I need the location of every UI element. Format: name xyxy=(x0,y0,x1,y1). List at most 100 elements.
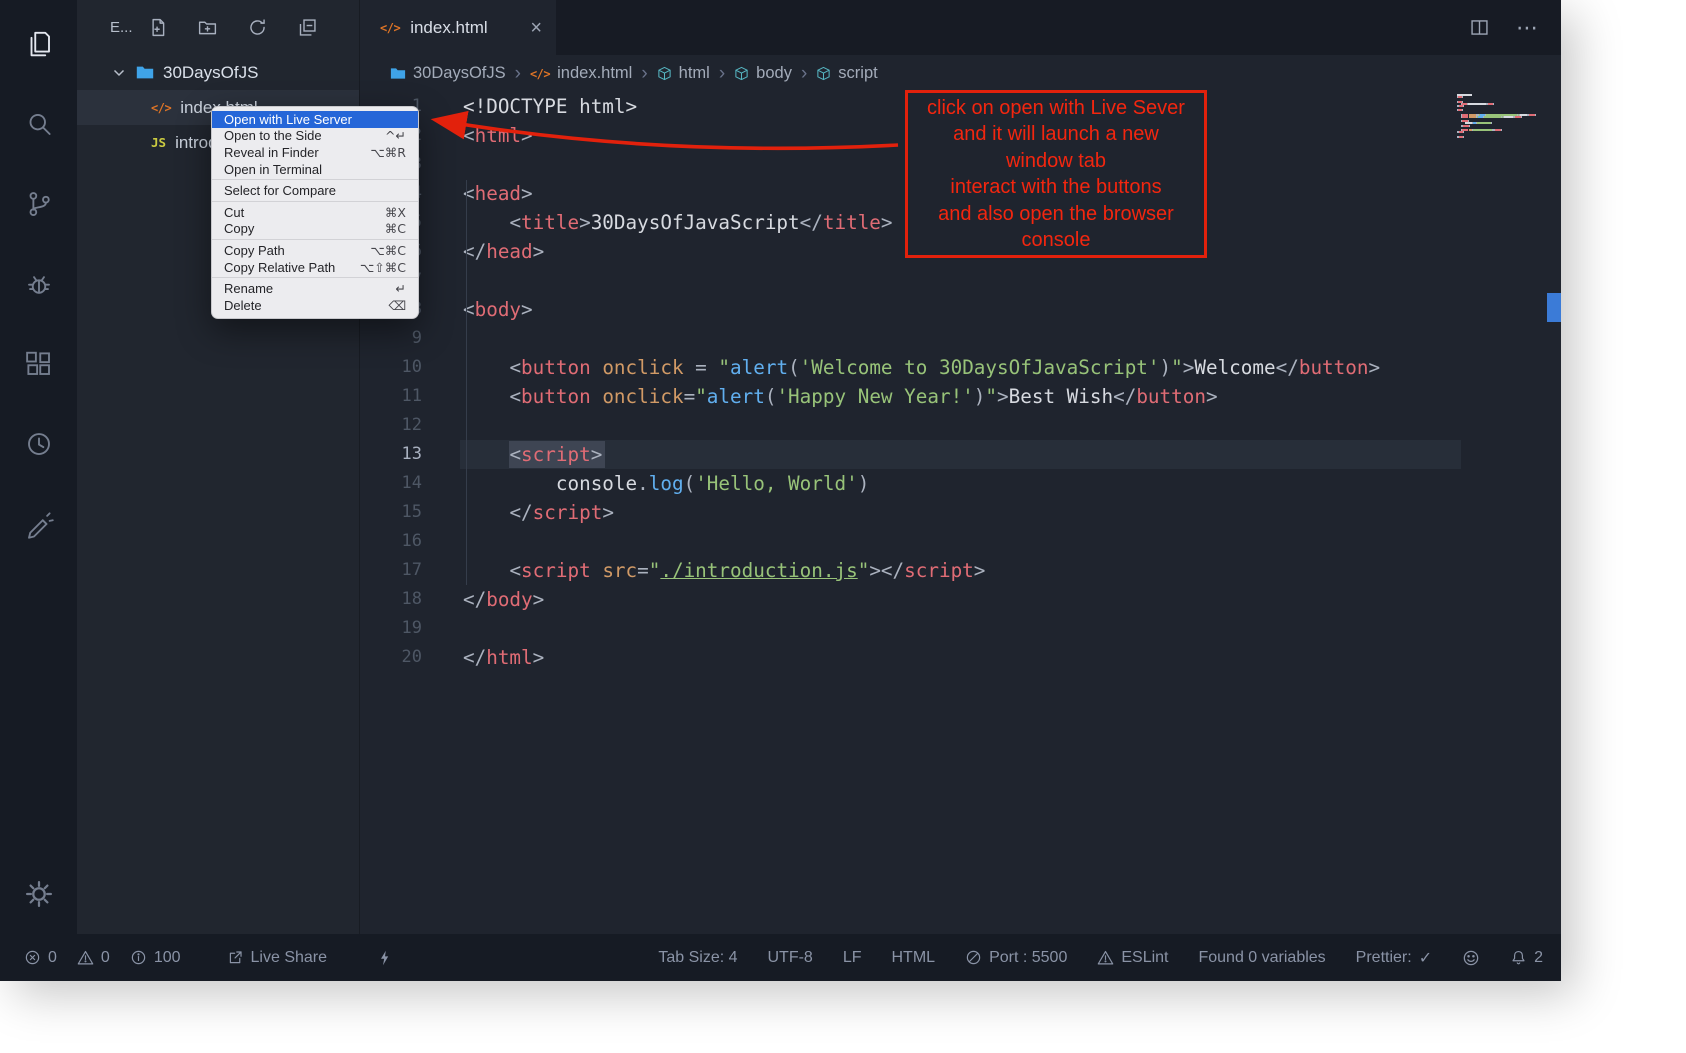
breadcrumb-item-script[interactable]: script xyxy=(816,64,877,83)
status-bar: 0 0 100 Live Share Tab xyxy=(0,934,1561,981)
error-icon xyxy=(24,949,41,966)
menu-item-open-to-the-side[interactable]: Open to the Side^↵ xyxy=(212,128,418,145)
menu-item-copy[interactable]: Copy⌘C xyxy=(212,221,418,238)
menu-item-copy-relative-path[interactable]: Copy Relative Path⌥⇧⌘C xyxy=(212,259,418,276)
symbol-cube-icon xyxy=(657,66,672,81)
breadcrumb-item-html[interactable]: html xyxy=(657,64,710,83)
line-number: 12 xyxy=(360,411,422,440)
line-number: 20 xyxy=(360,643,422,672)
code-line-11[interactable]: 11 <button onclick="alert('Happy New Yea… xyxy=(360,382,1561,411)
breadcrumb-separator: › xyxy=(641,63,647,85)
breadcrumb-separator: › xyxy=(801,63,807,85)
code-line-18[interactable]: 18</body> xyxy=(360,585,1561,614)
files-icon xyxy=(24,29,54,59)
menu-divider xyxy=(212,239,418,240)
menu-item-reveal-in-finder[interactable]: Reveal in Finder⌥⌘R xyxy=(212,144,418,161)
menu-item-rename[interactable]: Rename↵ xyxy=(212,280,418,297)
breadcrumb-separator: › xyxy=(719,63,725,85)
line-number: 16 xyxy=(360,527,422,556)
code-line-17[interactable]: 17 <script src="./introduction.js"></scr… xyxy=(360,556,1561,585)
annotation-box: click on open with Live Severand it will… xyxy=(905,90,1207,258)
code-line-8[interactable]: 8<body> xyxy=(360,295,1561,324)
history-activity-button[interactable] xyxy=(15,416,63,472)
tab-index-html[interactable]: </> index.html × xyxy=(360,0,556,55)
code-line-7[interactable]: 7 xyxy=(360,266,1561,295)
info-icon xyxy=(130,949,147,966)
folder-label: 30DaysOfJS xyxy=(163,63,258,83)
line-number: 19 xyxy=(360,614,422,643)
status-encoding[interactable]: UTF-8 xyxy=(768,949,813,967)
menu-item-open-in-terminal[interactable]: Open in Terminal xyxy=(212,161,418,178)
code-line-13[interactable]: 13 <script> xyxy=(360,440,1561,469)
tab-bar: </> index.html × ⋯ xyxy=(360,0,1561,55)
live-share-icon xyxy=(227,949,244,966)
code-line-19[interactable]: 19 xyxy=(360,614,1561,643)
run-debug-activity-button[interactable] xyxy=(15,256,63,312)
collapse-all-icon xyxy=(297,17,318,38)
status-info[interactable]: 100 xyxy=(130,949,181,967)
code-line-9[interactable]: 9 xyxy=(360,324,1561,353)
code-line-14[interactable]: 14 console.log('Hello, World') xyxy=(360,469,1561,498)
code-line-16[interactable]: 16 xyxy=(360,527,1561,556)
menu-item-copy-path[interactable]: Copy Path⌥⌘C xyxy=(212,242,418,259)
more-actions-icon[interactable]: ⋯ xyxy=(1516,15,1539,41)
settings-gear-button[interactable] xyxy=(15,866,63,922)
code-line-12[interactable]: 12 xyxy=(360,411,1561,440)
menu-divider xyxy=(212,201,418,202)
collapse-folders-button[interactable] xyxy=(297,17,319,39)
tab-title: index.html xyxy=(410,18,487,38)
warning-icon xyxy=(77,949,94,966)
code-line-15[interactable]: 15 </script> xyxy=(360,498,1561,527)
tab-close-icon[interactable]: × xyxy=(530,18,542,38)
status-bolt[interactable] xyxy=(377,949,393,967)
folder-row-30daysofjs[interactable]: 30DaysOfJS xyxy=(77,55,359,90)
status-feedback-smiley[interactable] xyxy=(1462,949,1480,967)
status-errors[interactable]: 0 xyxy=(24,949,57,967)
explorer-activity-button[interactable] xyxy=(15,16,63,72)
split-editor-button[interactable] xyxy=(1468,17,1490,39)
status-eslint[interactable]: ESLint xyxy=(1097,949,1168,967)
menu-item-open-with-live-server[interactable]: Open with Live Server xyxy=(212,111,418,128)
code-line-10[interactable]: 10 <button onclick = "alert('Welcome to … xyxy=(360,353,1561,382)
new-file-icon xyxy=(147,17,168,38)
gear-icon xyxy=(24,879,54,909)
pen-icon xyxy=(24,509,54,539)
status-port[interactable]: Port : 5500 xyxy=(965,949,1067,967)
source-control-activity-button[interactable] xyxy=(15,176,63,232)
minimap[interactable] xyxy=(1457,94,1547,138)
new-folder-button[interactable] xyxy=(197,17,219,39)
status-warnings[interactable]: 0 xyxy=(77,949,110,967)
status-variables[interactable]: Found 0 variables xyxy=(1198,949,1325,967)
symbol-cube-icon xyxy=(816,66,831,81)
breadcrumb-item-30daysofjs[interactable]: 30DaysOfJS xyxy=(390,64,506,83)
status-live-share[interactable]: Live Share xyxy=(227,949,328,967)
annotation-text: click on open with Live Severand it will… xyxy=(927,95,1185,254)
breadcrumb: 30DaysOfJS › </> index.html › html › bod… xyxy=(360,55,1561,92)
js-file-icon: JS xyxy=(151,135,166,150)
status-tab-size[interactable]: Tab Size: 4 xyxy=(658,949,737,967)
line-number: 9 xyxy=(360,324,422,353)
feedback-activity-button[interactable] xyxy=(15,496,63,552)
bell-icon xyxy=(1510,949,1527,966)
status-notifications[interactable]: 2 xyxy=(1510,949,1543,967)
search-activity-button[interactable] xyxy=(15,96,63,152)
status-eol[interactable]: LF xyxy=(843,949,862,967)
new-file-button[interactable] xyxy=(147,17,169,39)
menu-item-delete[interactable]: Delete⌫ xyxy=(212,297,418,314)
breadcrumb-item-index-html[interactable]: </> index.html xyxy=(530,64,632,83)
check-icon: ✓ xyxy=(1419,948,1432,968)
code-line-20[interactable]: 20</html> xyxy=(360,643,1561,672)
split-editor-icon xyxy=(1469,17,1490,38)
smiley-icon xyxy=(1462,949,1480,967)
status-language[interactable]: HTML xyxy=(892,949,936,967)
refresh-icon xyxy=(247,17,268,38)
git-branch-icon xyxy=(24,189,54,219)
breadcrumb-item-body[interactable]: body xyxy=(734,64,792,83)
menu-item-select-for-compare[interactable]: Select for Compare xyxy=(212,182,418,199)
menu-item-cut[interactable]: Cut⌘X xyxy=(212,204,418,221)
chevron-down-icon xyxy=(111,65,127,81)
status-prettier[interactable]: Prettier:✓ xyxy=(1356,948,1432,968)
refresh-explorer-button[interactable] xyxy=(247,17,269,39)
extensions-activity-button[interactable] xyxy=(15,336,63,392)
line-number: 10 xyxy=(360,353,422,382)
